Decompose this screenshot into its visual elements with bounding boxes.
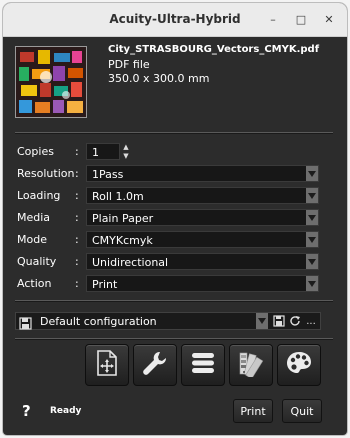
action-colon: : xyxy=(75,277,79,290)
action-label: Action xyxy=(17,277,52,290)
resolution-colon: : xyxy=(75,167,79,180)
copies-colon: : xyxy=(75,145,79,158)
mode-select[interactable]: CMYKcmyk xyxy=(86,231,319,248)
file-type: PDF file xyxy=(108,58,150,71)
save-icon[interactable] xyxy=(272,314,286,328)
loading-select[interactable]: Roll 1.0m xyxy=(86,187,319,204)
dropdown-arrow-icon[interactable] xyxy=(306,276,318,291)
palette-icon xyxy=(285,350,313,380)
quality-value: Unidirectional xyxy=(92,256,169,269)
media-colon: : xyxy=(75,211,79,224)
media-row: Media : Plain Paper xyxy=(3,209,347,227)
quality-label: Quality xyxy=(17,255,57,268)
loading-value: Roll 1.0m xyxy=(92,190,144,203)
configuration-select[interactable]: Default configuration ... xyxy=(15,312,321,330)
action-row: Action : Print xyxy=(3,275,347,293)
print-button[interactable]: Print xyxy=(233,399,273,423)
divider xyxy=(15,300,333,302)
file-thumbnail xyxy=(15,46,87,118)
media-value: Plain Paper xyxy=(92,212,154,225)
resolution-label: Resolution xyxy=(17,167,75,180)
copies-value: 1 xyxy=(92,146,99,159)
divider xyxy=(15,132,333,134)
wrench-icon xyxy=(141,349,169,381)
copies-input[interactable]: 1 xyxy=(86,143,120,160)
loading-colon: : xyxy=(75,189,79,202)
action-select[interactable]: Print xyxy=(86,275,319,292)
mode-value: CMYKcmyk xyxy=(92,234,153,247)
resolution-row: Resolution : 1Pass xyxy=(3,165,347,183)
list-button[interactable] xyxy=(181,344,225,386)
color-swatch-icon xyxy=(237,349,265,381)
resolution-value: 1Pass xyxy=(92,168,124,181)
stepper-up-icon[interactable]: ▲ xyxy=(123,143,128,151)
settings-wrench-button[interactable] xyxy=(133,344,177,386)
copies-stepper[interactable]: ▲ ▼ xyxy=(122,143,130,160)
quality-select[interactable]: Unidirectional xyxy=(86,253,319,270)
dropdown-arrow-icon[interactable] xyxy=(306,232,318,247)
color-swatch-button[interactable] xyxy=(229,344,273,386)
stepper-down-icon[interactable]: ▼ xyxy=(123,152,128,160)
status-text: Ready xyxy=(50,406,82,416)
mode-label: Mode xyxy=(17,233,47,246)
file-size: 350.0 x 300.0 mm xyxy=(108,72,210,85)
dropdown-arrow-icon[interactable] xyxy=(306,254,318,269)
configuration-icon xyxy=(19,315,33,330)
mode-colon: : xyxy=(75,233,79,246)
add-page-button[interactable] xyxy=(85,344,129,386)
dropdown-arrow-icon[interactable] xyxy=(306,188,318,203)
file-name: City_STRASBOURG_Vectors_CMYK.pdf xyxy=(108,44,320,55)
list-icon xyxy=(190,351,216,379)
loading-label: Loading xyxy=(17,189,61,202)
quit-button[interactable]: Quit xyxy=(282,399,322,423)
mode-row: Mode : CMYKcmyk xyxy=(3,231,347,249)
more-button[interactable]: ... xyxy=(304,314,318,328)
refresh-icon[interactable] xyxy=(288,314,302,328)
media-label: Media xyxy=(17,211,51,224)
media-select[interactable]: Plain Paper xyxy=(86,209,319,226)
add-page-icon xyxy=(95,349,119,381)
dropdown-arrow-icon[interactable] xyxy=(306,210,318,225)
copies-label: Copies xyxy=(17,145,54,158)
resolution-select[interactable]: 1Pass xyxy=(86,165,319,182)
loading-row: Loading : Roll 1.0m xyxy=(3,187,347,205)
dropdown-arrow-icon[interactable] xyxy=(306,166,318,181)
minimize-button[interactable]: – xyxy=(263,9,283,29)
quality-row: Quality : Unidirectional xyxy=(3,253,347,271)
main-window: Acuity-Ultra-Hybrid – □ ✕ City_STRASBOUR… xyxy=(3,3,347,435)
title-bar: Acuity-Ultra-Hybrid – □ ✕ xyxy=(3,3,347,37)
help-button[interactable]: ? xyxy=(22,402,31,420)
maximize-button[interactable]: □ xyxy=(291,9,311,29)
configuration-value: Default configuration xyxy=(40,315,157,328)
close-button[interactable]: ✕ xyxy=(319,9,339,29)
palette-button[interactable] xyxy=(277,344,321,386)
dropdown-arrow-icon[interactable] xyxy=(256,313,268,329)
divider xyxy=(15,338,333,340)
action-value: Print xyxy=(92,278,118,291)
copies-row: Copies : 1 ▲ ▼ xyxy=(3,143,347,161)
quality-colon: : xyxy=(75,255,79,268)
